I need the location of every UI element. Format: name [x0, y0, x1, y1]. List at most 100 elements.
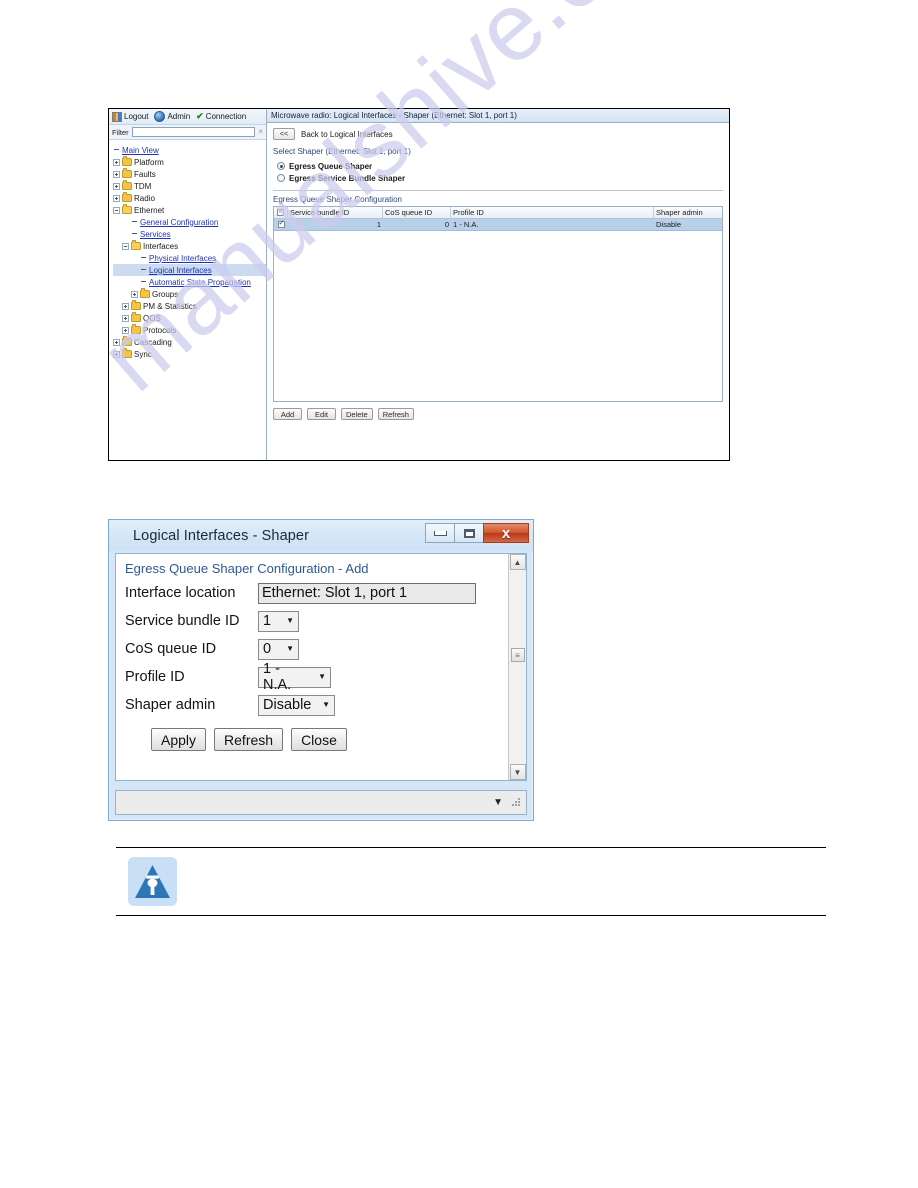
sidebar-item-sync[interactable]: Sync: [113, 348, 266, 360]
cell-cos-queue-id: 0: [444, 220, 449, 229]
folder-icon: [122, 204, 132, 214]
sidebar-item-radio[interactable]: Radio: [113, 192, 266, 204]
back-button[interactable]: <<: [273, 128, 295, 140]
logout-label: Logout: [124, 112, 149, 121]
expander-plus-icon[interactable]: [113, 194, 120, 202]
column-profile-id[interactable]: Profile ID: [451, 207, 654, 218]
row-select-cell[interactable]: [274, 219, 288, 230]
note-rule-top: [116, 847, 826, 848]
column-cos-queue-id[interactable]: CoS queue ID: [383, 207, 451, 218]
admin-button[interactable]: Admin: [154, 111, 190, 122]
column-service-bundle-id[interactable]: Service bundle ID: [288, 207, 383, 218]
select-profile-id[interactable]: 1 - N.A. ▼: [258, 661, 331, 693]
dialog-title: Logical Interfaces - Shaper: [133, 527, 309, 544]
expander-plus-icon[interactable]: [113, 170, 120, 178]
scroll-up-button[interactable]: ▲: [509, 554, 526, 570]
sidebar-item-label: Faults: [134, 169, 156, 179]
folder-icon: [122, 192, 132, 202]
delete-button[interactable]: Delete: [341, 408, 373, 420]
expander-plus-icon[interactable]: [113, 350, 120, 358]
expander-plus-icon[interactable]: [113, 182, 120, 190]
refresh-button[interactable]: Refresh: [377, 408, 414, 420]
sidebar-item-main-view[interactable]: Main View: [113, 144, 266, 156]
radio-egress-service-bundle-shaper-label: Egress Service Bundle Shaper: [289, 173, 406, 183]
sidebar-item-groups[interactable]: Groups: [113, 288, 266, 300]
sidebar-item-automatic-state-propagation[interactable]: Automatic State Propagation: [113, 276, 266, 288]
sidebar-item-pm-statistics[interactable]: PM & Statistics: [113, 300, 266, 312]
dialog-refresh-button[interactable]: Refresh: [214, 728, 284, 751]
sidebar-item-cascading[interactable]: Cascading: [113, 336, 266, 348]
edit-button[interactable]: Edit: [307, 408, 336, 420]
expander-plus-icon[interactable]: [113, 158, 120, 166]
expander-minus-icon[interactable]: [122, 242, 129, 250]
expander-plus-icon[interactable]: [113, 338, 120, 346]
apply-button[interactable]: Apply: [151, 728, 207, 751]
expander-plus-icon[interactable]: [131, 290, 138, 298]
select-service-bundle-id[interactable]: 1 ▼: [258, 610, 299, 632]
sidebar-item-interfaces[interactable]: Interfaces: [113, 240, 266, 252]
radio-egress-service-bundle-shaper[interactable]: Egress Service Bundle Shaper: [277, 172, 723, 184]
radio-egress-queue-shaper-icon[interactable]: [277, 162, 285, 170]
expander-plus-icon[interactable]: [122, 302, 129, 310]
expander-minus-icon[interactable]: [113, 206, 120, 214]
clear-filter-icon[interactable]: ×: [258, 128, 263, 136]
dialog-title-bar[interactable]: Logical Interfaces - Shaper x: [109, 520, 533, 551]
value-cos-queue-id: 0: [263, 641, 272, 657]
label-service-bundle-id: Service bundle ID: [125, 613, 240, 629]
sidebar-item-platform[interactable]: Platform: [113, 156, 266, 168]
tree-spacer: [140, 279, 147, 286]
sidebar-item-physical-interfaces[interactable]: Physical Interfaces: [113, 252, 266, 264]
scroll-down-button[interactable]: ▼: [509, 764, 526, 780]
expander-plus-icon[interactable]: [122, 314, 129, 322]
content-panel: Microwave radio: Logical Interfaces - Sh…: [267, 109, 729, 460]
input-interface-location: Ethernet: Slot 1, port 1: [258, 582, 476, 604]
sidebar-item-tdm[interactable]: TDM: [113, 180, 266, 192]
select-all-header[interactable]: [274, 207, 288, 218]
grid-title: Egress Queue Shaper Configuration: [273, 195, 402, 204]
back-row: << Back to Logical Interfaces: [273, 128, 723, 140]
expander-plus-icon[interactable]: [122, 326, 129, 334]
select-shaper-admin[interactable]: Disable ▼: [258, 694, 335, 716]
sidebar-item-general-configuration[interactable]: General Configuration: [113, 216, 266, 228]
sidebar-item-faults[interactable]: Faults: [113, 168, 266, 180]
minimize-icon: [433, 530, 447, 536]
close-button[interactable]: x: [483, 523, 529, 543]
folder-icon: [131, 300, 141, 310]
filter-input[interactable]: [131, 127, 256, 137]
select-cos-queue-id[interactable]: 0 ▼: [258, 638, 299, 660]
sidebar-item-ethernet[interactable]: Ethernet: [113, 204, 266, 216]
logout-icon: [112, 111, 122, 122]
tree-spacer: [140, 267, 147, 274]
radio-egress-service-bundle-shaper-icon[interactable]: [277, 174, 285, 182]
row-checkbox[interactable]: [277, 220, 285, 228]
add-button[interactable]: Add: [273, 408, 302, 420]
sidebar-item-label: Protocols: [143, 325, 177, 335]
scroll-thumb[interactable]: ≡: [510, 648, 525, 662]
select-all-checkbox[interactable]: [277, 208, 284, 216]
column-shaper-admin[interactable]: Shaper admin: [654, 207, 722, 218]
value-shaper-admin: Disable: [263, 697, 312, 713]
sidebar-item-label: Logical Interfaces: [149, 265, 212, 275]
sidebar-item-label: Cascading: [134, 337, 172, 347]
maximize-button[interactable]: [454, 523, 484, 543]
sidebar-item-services[interactable]: Services: [113, 228, 266, 240]
connection-label: Connection: [205, 112, 247, 121]
admin-label: Admin: [167, 112, 191, 121]
sidebar-item-qos[interactable]: QOS: [113, 312, 266, 324]
status-chevron-down-icon[interactable]: ▼: [493, 797, 503, 808]
connection-status[interactable]: ✔ Connection: [196, 112, 247, 122]
filter-label: Filter: [112, 127, 129, 137]
sidebar-item-label: General Configuration: [140, 217, 219, 227]
tree-spacer: [140, 255, 147, 262]
dialog-vertical-scrollbar[interactable]: ▲ ≡ ▼: [508, 554, 526, 780]
resize-grip-icon[interactable]: [511, 797, 522, 808]
sidebar-item-protocols[interactable]: Protocols: [113, 324, 266, 336]
minimize-button[interactable]: [425, 523, 455, 543]
sidebar-item-label: Ethernet: [134, 205, 165, 215]
dialog-close-button[interactable]: Close: [291, 728, 347, 751]
logout-button[interactable]: Logout: [112, 111, 149, 122]
sidebar-item-logical-interfaces[interactable]: Logical Interfaces: [113, 264, 266, 276]
table-row[interactable]: 1 0 1 - N.A. Disable: [274, 219, 722, 231]
folder-icon: [122, 336, 132, 346]
radio-egress-queue-shaper[interactable]: Egress Queue Shaper: [277, 160, 723, 172]
